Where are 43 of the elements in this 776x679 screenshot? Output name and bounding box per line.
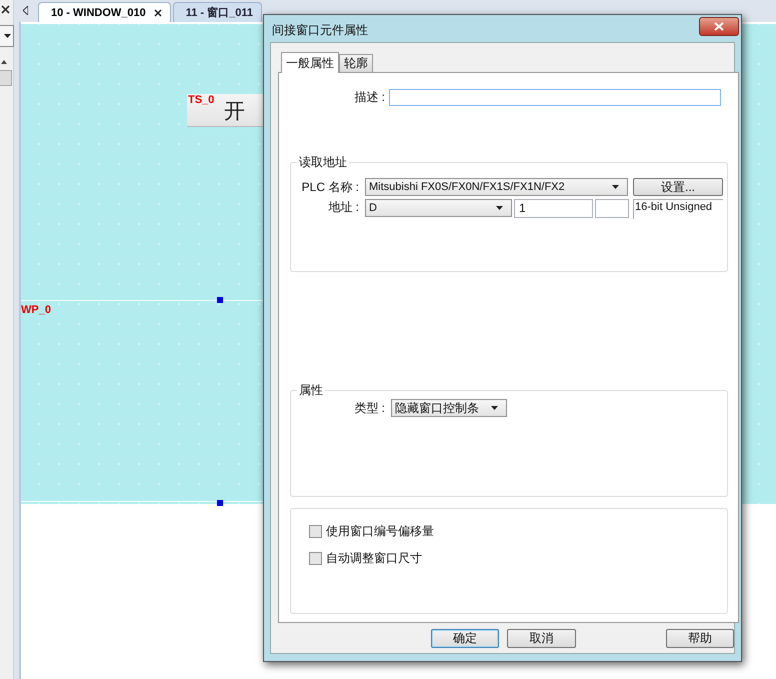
object-tag: WP_0	[21, 304, 51, 316]
scroll-left-icon[interactable]	[23, 6, 28, 15]
group-title: 读取地址	[298, 154, 348, 171]
field-label: 描述 :	[353, 89, 386, 106]
settings-button[interactable]: 设置...	[633, 178, 723, 196]
caret-icon	[612, 185, 619, 189]
editor-tab[interactable]: 10 - WINDOW_010	[38, 2, 171, 22]
checkbox[interactable]	[309, 524, 322, 538]
caret-icon	[4, 34, 11, 38]
dialog-button[interactable]: 取消	[507, 629, 576, 648]
resize-handle[interactable]	[217, 297, 223, 303]
dialog-button[interactable]: 确定	[431, 629, 500, 648]
dialog-button[interactable]: 帮助	[666, 629, 734, 648]
object-label: 开	[224, 99, 245, 125]
close-icon[interactable]	[1, 5, 10, 14]
editor-tab[interactable]: 11 - 窗口_011	[172, 2, 262, 22]
input-field[interactable]	[389, 89, 721, 106]
scroll-up-icon[interactable]	[1, 60, 7, 64]
field-label: 地址 :	[327, 199, 360, 216]
group-title: 属性	[298, 382, 324, 399]
field-label: PLC 名称 :	[300, 178, 360, 196]
data-type-text: 16-bit Unsigned	[633, 199, 723, 219]
object-tag: TS_0	[188, 94, 214, 106]
dropdown[interactable]: D	[365, 199, 512, 217]
property-tab[interactable]: 一般属性	[281, 52, 339, 73]
caret-icon	[491, 406, 498, 410]
field-label: 类型 :	[353, 400, 386, 416]
resize-handle[interactable]	[217, 500, 223, 506]
close-icon[interactable]	[154, 8, 162, 16]
scrollbar-thumb[interactable]	[0, 70, 12, 86]
checkbox[interactable]	[309, 552, 322, 564]
input-field[interactable]	[595, 199, 629, 218]
checkbox-label: 使用窗口编号偏移量	[326, 522, 434, 540]
dropdown[interactable]: 隐藏窗口控制条	[391, 399, 507, 417]
dropdown[interactable]: Mitsubishi FX0S/FX0N/FX1S/FX1N/FX2	[365, 178, 628, 196]
caret-icon	[496, 206, 503, 210]
close-button[interactable]	[699, 17, 739, 36]
dropdown-button[interactable]	[0, 25, 14, 47]
checkbox-label: 自动调整窗口尺寸	[326, 550, 422, 566]
property-tab[interactable]: 轮廓	[339, 54, 373, 72]
dialog-title: 间接窗口元件属性	[272, 22, 368, 39]
close-icon	[714, 22, 724, 31]
input-field[interactable]: 1	[514, 199, 593, 218]
